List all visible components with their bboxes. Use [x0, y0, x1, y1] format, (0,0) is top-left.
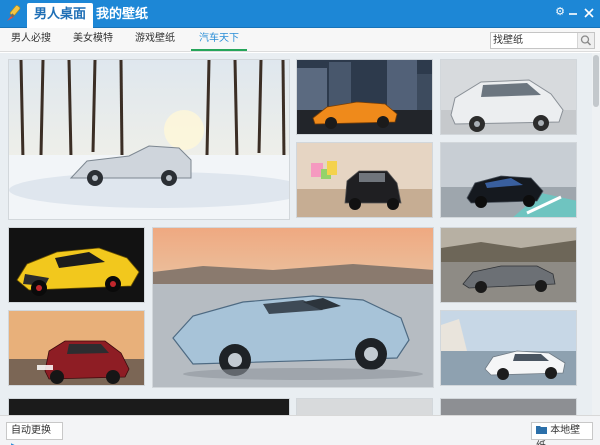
footer-bar: 自动更换 ▶ 本地壁纸 — [0, 415, 600, 445]
local-wallpaper-button[interactable]: 本地壁纸 — [531, 422, 593, 445]
tab-car-world[interactable]: 汽车天下 — [191, 28, 247, 51]
auto-change-button[interactable]: 自动更换 ▶ — [6, 422, 63, 445]
wallpaper-thumbnail-5[interactable] — [440, 142, 577, 218]
wallpaper-thumbnail-12[interactable] — [296, 398, 433, 415]
auto-change-label: 自动更换 — [11, 425, 51, 436]
tab-female-models[interactable]: 美女模特 — [70, 28, 116, 51]
wallpaper-thumbnail-7[interactable] — [152, 227, 434, 388]
gallery-scrollbar[interactable] — [592, 53, 600, 415]
wallpaper-thumbnail-13[interactable] — [440, 398, 577, 415]
tab-game-wallpapers[interactable]: 游戏壁纸 — [132, 28, 178, 51]
scrollbar-thumb[interactable] — [593, 55, 599, 107]
category-nav: 男人必搜 美女模特 游戏壁纸 汽车天下 — [0, 28, 600, 52]
minimize-icon[interactable] — [566, 6, 580, 20]
wallpaper-thumbnail-9[interactable] — [8, 310, 145, 386]
search-box — [490, 32, 595, 49]
close-icon[interactable] — [582, 6, 596, 20]
folder-icon — [536, 426, 547, 434]
wallpaper-thumbnail-1[interactable] — [8, 59, 290, 220]
wallpaper-thumbnail-8[interactable] — [440, 227, 577, 303]
wallpaper-thumbnail-6[interactable] — [8, 227, 145, 303]
search-input[interactable] — [493, 33, 575, 48]
tab-mens-must-search[interactable]: 男人必搜 — [8, 28, 54, 51]
title-bar: 男人桌面 我的壁纸 ⚙ — [0, 0, 600, 28]
wallpaper-thumbnail-3[interactable] — [440, 59, 577, 135]
tab-men-desktop[interactable]: 男人桌面 — [27, 3, 94, 28]
wallpaper-thumbnail-4[interactable] — [296, 142, 433, 218]
settings-gear-icon[interactable]: ⚙ — [553, 5, 567, 19]
search-button[interactable] — [577, 33, 594, 48]
search-icon — [580, 35, 592, 46]
tab-my-wallpapers[interactable]: 我的壁纸 — [89, 3, 155, 28]
wallpaper-thumbnail-2[interactable] — [296, 59, 433, 135]
wallpaper-thumbnail-11[interactable] — [8, 398, 290, 415]
brush-logo-icon — [7, 5, 21, 21]
wallpaper-thumbnail-10[interactable] — [440, 310, 577, 386]
wallpaper-gallery — [0, 53, 600, 415]
